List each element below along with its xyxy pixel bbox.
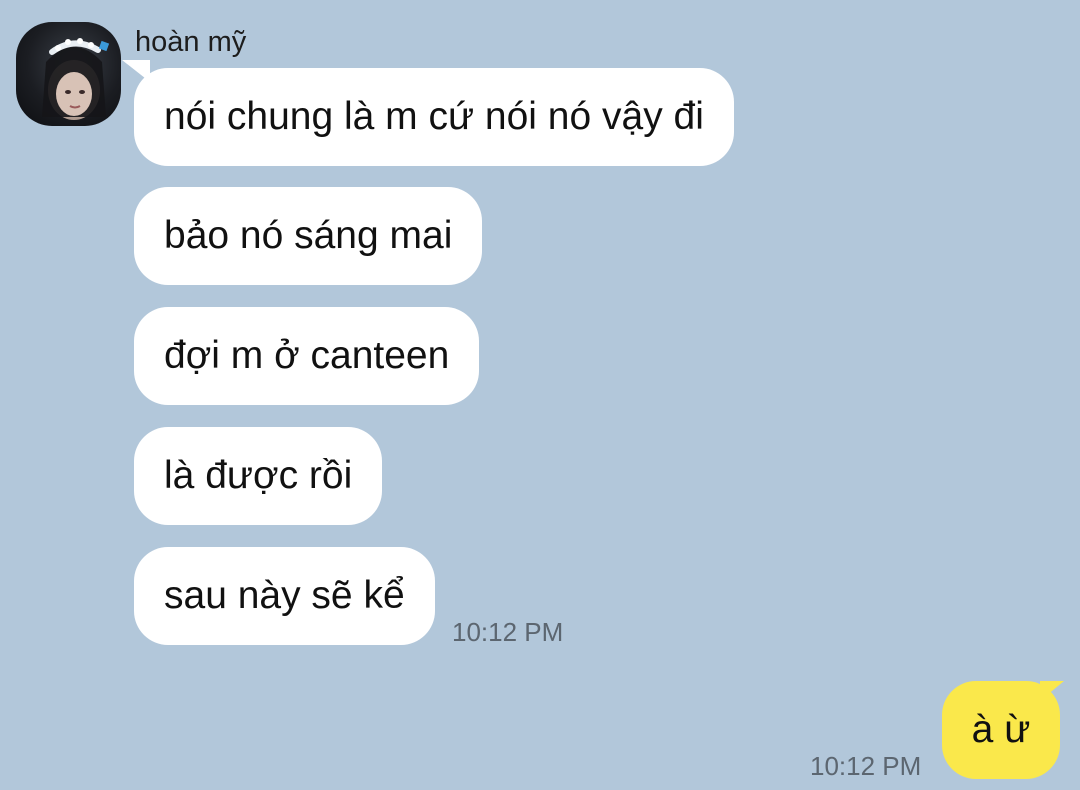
message-bubble-outgoing[interactable]: à ừ [942,681,1060,779]
message-bubble[interactable]: đợi m ở canteen [134,307,480,405]
message-timestamp: 10:12 PM [452,617,564,647]
message-bubble[interactable]: sau này sẽ kể [134,547,435,645]
message-text: sau này sẽ kể [164,574,405,617]
message-text: bảo nó sáng mai [164,214,453,257]
message-text: đợi m ở canteen [164,334,450,377]
message-bubble[interactable]: bảo nó sáng mai [134,187,483,285]
message-text: nói chung là m cứ nói nó vậy đi [164,95,704,138]
profile-photo-icon [42,38,110,120]
message-text: là được rồi [164,454,353,497]
message-bubble[interactable]: nói chung là m cứ nói nó vậy đi [134,68,734,166]
message-text: à ừ [971,708,1031,751]
sender-name: hoàn mỹ [135,26,247,58]
message-timestamp: 10:12 PM [810,751,922,781]
avatar[interactable] [16,22,121,126]
message-bubble[interactable]: là được rồi [134,427,383,525]
